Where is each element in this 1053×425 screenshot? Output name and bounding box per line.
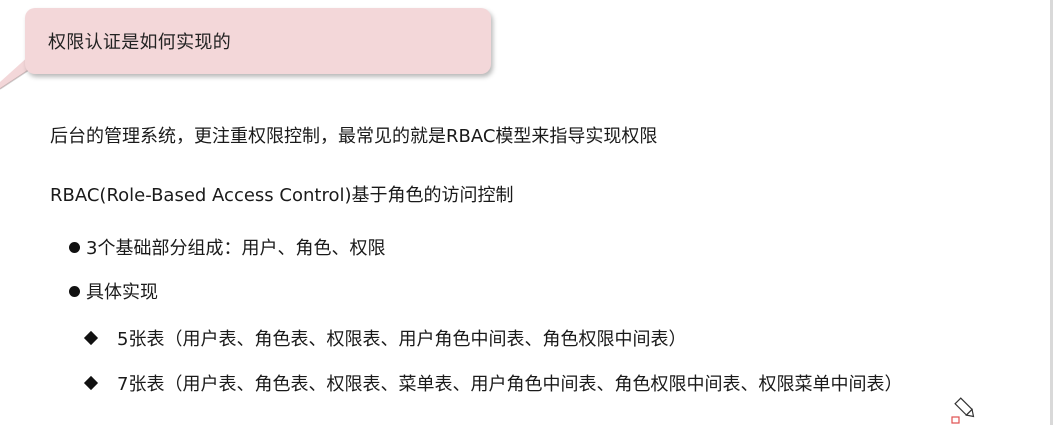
rbac-definition: RBAC(Role-Based Access Control)基于角色的访问控制: [50, 185, 514, 206]
sub-bullet-item: 7张表（用户表、角色表、权限表、菜单表、用户角色中间表、角色权限中间表、权限菜单…: [83, 370, 903, 396]
bullet-dot-icon: [69, 285, 80, 297]
bullet-item: 3个基础部分组成：用户、角色、权限: [69, 234, 385, 260]
pen-cursor-icon: [951, 397, 975, 424]
diamond-bullet-icon: [83, 330, 99, 346]
sub-bullet-text: 5张表（用户表、角色表、权限表、用户角色中间表、角色权限中间表）: [117, 329, 687, 350]
intro-paragraph: 后台的管理系统，更注重权限控制，最常见的就是RBAC模型来指导实现权限: [50, 126, 658, 147]
bullet-text: 具体实现: [86, 282, 158, 303]
bullet-text: 3个基础部分组成：用户、角色、权限: [86, 238, 386, 259]
bullet-dot-icon: [69, 241, 80, 253]
sub-bullet-item: 5张表（用户表、角色表、权限表、用户角色中间表、角色权限中间表）: [83, 325, 687, 351]
bullet-item: 具体实现: [69, 278, 158, 304]
sub-bullet-text: 7张表（用户表、角色表、权限表、菜单表、用户角色中间表、角色权限中间表、权限菜单…: [117, 374, 903, 395]
title-bubble: 权限认证是如何实现的: [25, 8, 491, 74]
title-callout: 权限认证是如何实现的: [0, 0, 500, 100]
slide-title: 权限认证是如何实现的: [48, 32, 231, 53]
diamond-bullet-icon: [83, 375, 99, 391]
